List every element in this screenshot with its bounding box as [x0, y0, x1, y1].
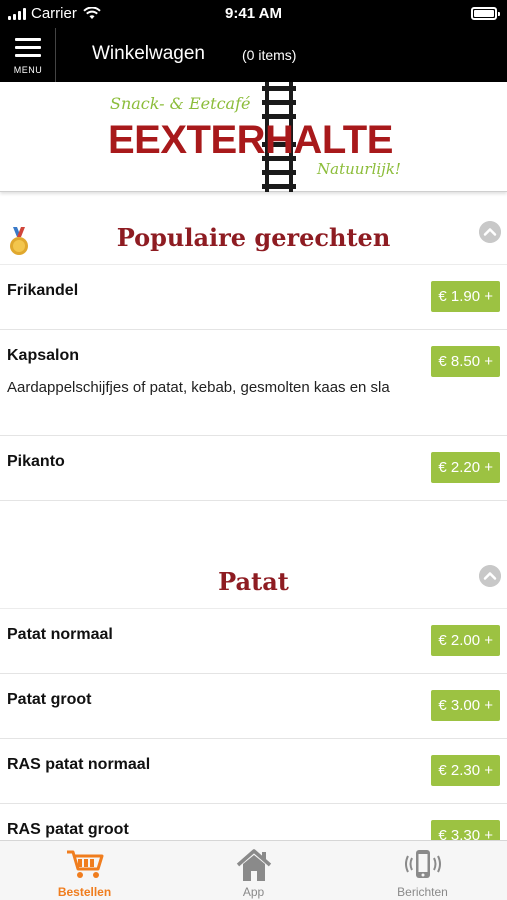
tab-label: Berichten: [397, 885, 448, 899]
logo-name: EEXTERHALTE: [108, 118, 393, 162]
section-title: Patat: [218, 567, 289, 596]
add-price-button[interactable]: € 2.30 +: [431, 755, 500, 786]
item-name: Patat normaal: [7, 626, 113, 643]
logo-tagline-top: Snack- & Eetcafé: [110, 94, 251, 113]
item-description: Aardappelschijfjes of patat, kebab, gesm…: [7, 379, 390, 396]
menu-item[interactable]: RAS patat normaal € 2.30 +: [0, 739, 507, 804]
add-price-button[interactable]: € 1.90 +: [431, 281, 500, 312]
logo-banner: Snack- & Eetcafé EEXTERHALTE Natuurlijk!: [0, 82, 507, 192]
menu-list[interactable]: Populaire gerechten Frikandel € 1.90 + K…: [0, 193, 507, 840]
item-name: RAS patat normaal: [7, 756, 151, 773]
hamburger-icon: [15, 38, 41, 62]
tab-label: App: [242, 885, 265, 899]
status-time: 9:41 AM: [225, 5, 282, 22]
item-name: Pikanto: [7, 453, 65, 470]
add-price-button[interactable]: € 2.20 +: [431, 452, 500, 483]
add-price-button[interactable]: € 2.00 +: [431, 625, 500, 656]
cart-title[interactable]: Winkelwagen: [92, 43, 205, 65]
menu-item[interactable]: Patat groot € 3.00 +: [0, 674, 507, 739]
item-name: Kapsalon: [7, 347, 80, 364]
tab-app[interactable]: App: [169, 841, 338, 900]
add-price-button[interactable]: € 3.30 +: [431, 820, 500, 840]
tab-bar: Bestellen App Berichten: [0, 840, 507, 900]
menu-item[interactable]: Frikandel € 1.90 +: [0, 265, 507, 330]
cart-icon: [66, 850, 103, 878]
home-icon: [236, 849, 271, 881]
app-header: MENU Winkelwagen (0 items): [0, 28, 507, 82]
item-name: Patat groot: [7, 691, 92, 708]
add-price-button[interactable]: € 8.50 +: [431, 346, 500, 377]
battery-icon: [471, 7, 500, 20]
item-name: Frikandel: [7, 282, 79, 299]
section-title: Populaire gerechten: [116, 223, 391, 252]
menu-item[interactable]: Patat normaal € 2.00 +: [0, 609, 507, 674]
phone-vibrate-icon: [404, 850, 441, 878]
menu-item[interactable]: Pikanto € 2.20 +: [0, 436, 507, 501]
status-bar: Carrier 9:41 AM: [0, 0, 507, 28]
cart-item-count[interactable]: (0 items): [242, 47, 296, 63]
tab-label: Bestellen: [57, 885, 112, 899]
menu-button[interactable]: MENU: [0, 28, 56, 82]
tab-berichten[interactable]: Berichten: [338, 841, 507, 900]
section-header-patat[interactable]: Patat: [0, 549, 507, 609]
chevron-up-icon[interactable]: [479, 565, 501, 587]
section-header-populaire[interactable]: Populaire gerechten: [0, 193, 507, 265]
tab-bestellen[interactable]: Bestellen: [0, 841, 169, 900]
menu-label: MENU: [13, 65, 43, 75]
menu-item[interactable]: Kapsalon Aardappelschijfjes of patat, ke…: [0, 330, 507, 436]
chevron-up-icon[interactable]: [479, 221, 501, 243]
item-name: RAS patat groot: [7, 821, 129, 838]
logo-tagline-bottom: Natuurlijk!: [317, 160, 401, 178]
add-price-button[interactable]: € 3.00 +: [431, 690, 500, 721]
battery-level: [474, 10, 494, 17]
menu-item[interactable]: RAS patat groot € 3.30 +: [0, 804, 507, 840]
